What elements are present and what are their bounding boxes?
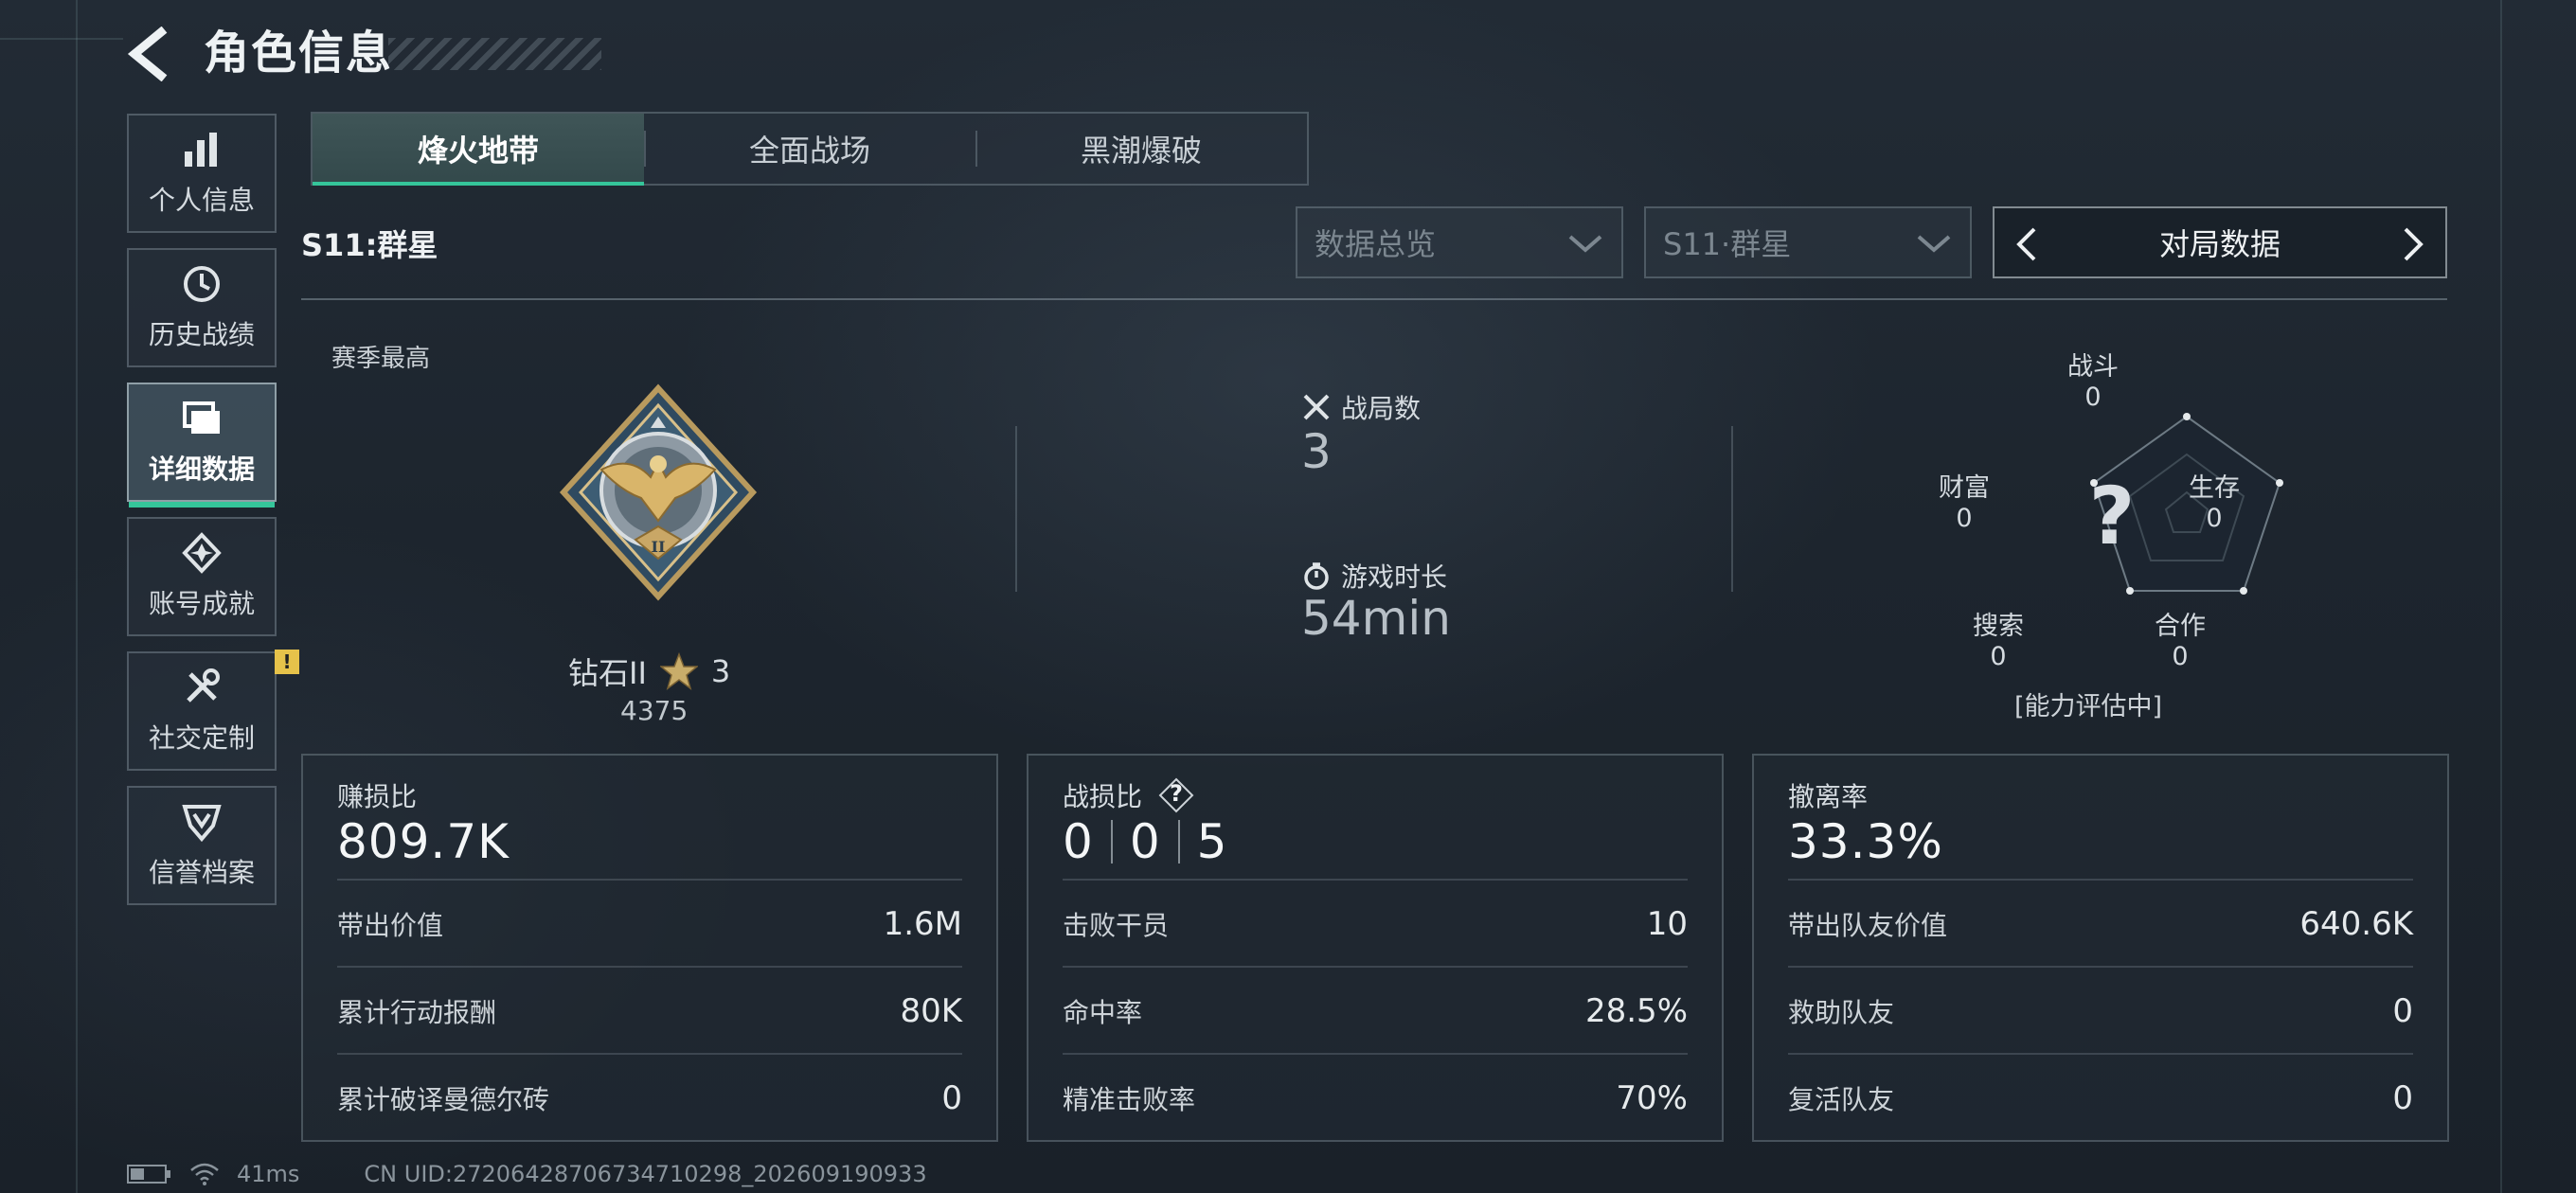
mode-tabs: 烽火地带 全面战场 黑潮爆破 xyxy=(311,112,1309,186)
playtime-header: 游戏时长 xyxy=(1301,557,1447,595)
rank-score: 4375 xyxy=(620,695,689,726)
stopwatch-icon xyxy=(1304,562,1329,590)
sidebar-item-label: 账号成就 xyxy=(148,588,255,619)
season-dropdown[interactable]: S11·群星 xyxy=(1644,206,1972,278)
battery-icon xyxy=(127,1165,170,1184)
uid-text: CN UID:27206428706734710298_202609190933 xyxy=(364,1161,927,1187)
table-row: 命中率 28.5% xyxy=(1063,966,1688,1055)
matches-label: 战局数 xyxy=(1341,393,1422,424)
wifi-icon xyxy=(190,1163,219,1185)
radar-center-mark: ? xyxy=(2088,470,2136,562)
kd-separator xyxy=(1110,820,1113,864)
tab-full-battlefield[interactable]: 全面战场 xyxy=(644,114,975,184)
crossed-swords-icon xyxy=(1303,394,1330,420)
active-indicator xyxy=(129,502,275,507)
section-divider-vertical xyxy=(1015,426,1017,592)
radar-label-search: 搜索 0 xyxy=(1973,612,2024,671)
table-row: 累计行动报酬 80K xyxy=(337,966,962,1055)
sidebar-item-label: 社交定制 xyxy=(148,722,255,754)
tools-icon xyxy=(187,668,220,703)
combat-card: 战损比 ? 0 0 5 击败干员 10 命中率 28.5% 精准击败率 70% xyxy=(1027,754,1724,1142)
card-main-value: 809.7K xyxy=(337,814,510,869)
card-title: 战损比 ? xyxy=(1063,776,1195,814)
profit-card: 赚损比 809.7K 带出价值 1.6M 累计行动报酬 80K 累计破译曼德尔砖 0 xyxy=(301,754,998,1142)
sidebar-item-achievements[interactable]: 账号成就 xyxy=(127,517,277,636)
tab-warzone[interactable]: 烽火地带 xyxy=(313,114,644,186)
overview-dropdown[interactable]: 数据总览 xyxy=(1296,206,1623,278)
tab-dark-tide[interactable]: 黑潮爆破 xyxy=(975,114,1307,184)
section-divider xyxy=(301,298,2447,300)
status-footer: 41ms CN UID:27206428706734710298_2026091… xyxy=(127,1161,927,1187)
dropdown-value: S11·群星 xyxy=(1663,226,1792,262)
sidebar-item-label: 历史战绩 xyxy=(148,319,255,350)
matches-value: 3 xyxy=(1301,424,1332,479)
radar-label-survival: 生存 0 xyxy=(2189,473,2240,533)
table-row: 复活队友 0 xyxy=(1788,1053,2413,1142)
notice-badge: ! xyxy=(275,650,299,674)
rank-tier-name: 钻石II xyxy=(568,655,647,691)
frame-line-left xyxy=(76,0,78,1193)
page-title: 角色信息 xyxy=(204,27,394,80)
matches-header: 战局数 xyxy=(1301,388,1421,426)
rank-tier: 钻石II 3 xyxy=(568,650,730,693)
star-icon xyxy=(659,652,698,690)
sidebar-item-history[interactable]: 历史战绩 xyxy=(127,248,277,367)
section-divider-vertical xyxy=(1731,426,1733,592)
sidebar-item-label: 个人信息 xyxy=(148,185,255,216)
shield-chevron-icon xyxy=(182,805,222,843)
season-best-label: 赛季最高 xyxy=(331,345,431,373)
folders-icon xyxy=(183,401,220,434)
table-row: 救助队友 0 xyxy=(1788,966,2413,1055)
table-row: 累计破译曼德尔砖 0 xyxy=(337,1053,962,1142)
diamond-rank-badge-icon: II xyxy=(559,383,758,601)
card-title: 撤离率 xyxy=(1788,781,1869,812)
kd-separator xyxy=(1177,820,1180,864)
frame-line-right xyxy=(2500,0,2502,1193)
sidebar-item-label: 信誉档案 xyxy=(148,857,255,888)
data-type-selector: 对局数据 xyxy=(1993,206,2447,278)
extract-card: 撤离率 33.3% 带出队友价值 640.6K 救助队友 0 复活队友 0 xyxy=(1752,754,2449,1142)
table-row: 带出队友价值 640.6K xyxy=(1788,879,2413,968)
history-clock-icon xyxy=(184,266,220,302)
sidebar-item-label: 详细数据 xyxy=(148,454,255,485)
playtime-label: 游戏时长 xyxy=(1341,561,1448,593)
frame-line-top xyxy=(0,38,123,40)
sidebar-item-social-custom[interactable]: 社交定制 ! xyxy=(127,650,299,771)
card-title: 赚损比 xyxy=(337,781,418,812)
chevron-left-icon[interactable] xyxy=(2010,225,2044,263)
bar-chart-icon xyxy=(185,133,217,167)
ping-value: 41ms xyxy=(237,1161,300,1187)
rank-stars: 3 xyxy=(710,653,731,689)
title-decoration xyxy=(388,38,601,70)
sidebar-item-personal-info[interactable]: 个人信息 xyxy=(127,114,277,233)
table-row: 击败干员 10 xyxy=(1063,879,1688,968)
selector-value: 对局数据 xyxy=(2158,226,2281,262)
chevron-down-icon xyxy=(1917,235,1951,253)
sidebar-item-detailed-data[interactable]: 详细数据 xyxy=(127,383,277,507)
chevron-down-icon xyxy=(1568,235,1602,253)
season-label: S11:群星 xyxy=(301,227,438,263)
radar-label-cooperation: 合作 0 xyxy=(2155,612,2206,671)
table-row: 带出价值 1.6M xyxy=(337,879,962,968)
sidebar-item-credit-profile[interactable]: 信誉档案 xyxy=(127,786,277,905)
svg-text:II: II xyxy=(652,538,666,556)
table-row: 精准击败率 70% xyxy=(1063,1053,1688,1142)
achievement-badge-icon xyxy=(182,532,222,574)
back-arrow-icon[interactable] xyxy=(123,27,178,81)
help-icon[interactable]: ? xyxy=(1157,776,1195,814)
card-main-value: 33.3% xyxy=(1788,814,1943,869)
radar-status: [能力评估中] xyxy=(2013,692,2163,721)
chevron-right-icon[interactable] xyxy=(2396,225,2430,263)
radar-label-wealth: 财富 0 xyxy=(1939,473,1990,533)
kd-values: 0 0 5 xyxy=(1063,814,1228,869)
playtime-value: 54min xyxy=(1301,591,1451,646)
dropdown-value: 数据总览 xyxy=(1315,226,1437,262)
radar-label-combat: 战斗 0 xyxy=(2067,352,2119,412)
